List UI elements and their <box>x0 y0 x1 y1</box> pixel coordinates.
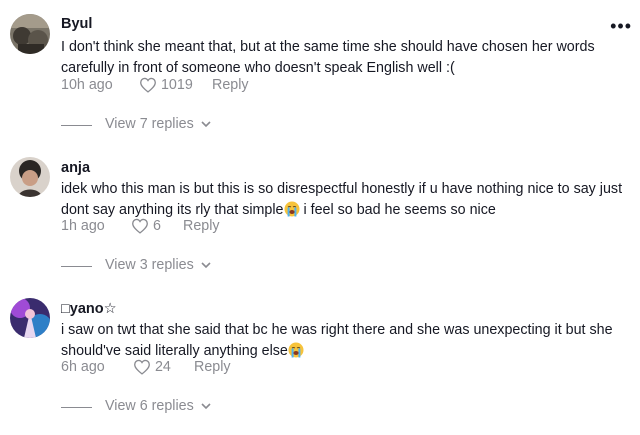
chevron-down-icon <box>201 262 211 269</box>
avatar[interactable] <box>10 157 50 197</box>
reply-button[interactable]: Reply <box>212 77 249 93</box>
comment-time: 6h ago <box>61 359 105 375</box>
comment-username[interactable]: anja <box>61 160 90 176</box>
comment-text: I don't think she meant that, but at the… <box>61 39 595 76</box>
like-count: 6 <box>152 218 161 234</box>
heart-icon <box>134 360 150 375</box>
reply-button[interactable]: Reply <box>183 218 220 234</box>
view-replies-button[interactable]: View 6 replies <box>61 398 261 418</box>
avatar-image <box>10 14 50 54</box>
chevron-down-icon <box>201 403 211 410</box>
divider-line <box>61 125 92 126</box>
comment-time: 1h ago <box>61 218 105 234</box>
avatar[interactable] <box>10 14 50 54</box>
like-count: 24 <box>154 359 171 375</box>
view-replies-button[interactable]: View 3 replies <box>61 257 261 277</box>
heart-icon <box>140 78 156 93</box>
comment-time: 10h ago <box>61 77 113 93</box>
comment-text: i saw on twt that she said that bc he wa… <box>61 322 613 359</box>
like-button[interactable]: 1019 <box>139 77 193 93</box>
view-replies-label: View 6 replies <box>105 398 212 414</box>
avatar[interactable] <box>10 298 50 338</box>
avatar-image <box>10 157 50 197</box>
comment-text: idek who this man is but this is so disr… <box>61 181 623 218</box>
like-count: 1019 <box>160 77 193 93</box>
more-options-icon[interactable]: ••• <box>610 16 632 37</box>
avatar-image <box>10 298 50 338</box>
like-button[interactable]: 24 <box>133 359 171 375</box>
divider-line <box>61 407 92 408</box>
view-replies-label: View 3 replies <box>105 257 212 273</box>
view-replies-label: View 7 replies <box>105 116 212 132</box>
reply-button[interactable]: Reply <box>194 359 231 375</box>
comment-username[interactable]: □yano☆ <box>61 301 117 317</box>
loudly-crying-face-icon <box>288 342 304 357</box>
like-button[interactable]: 6 <box>131 218 161 234</box>
heart-icon <box>132 219 148 234</box>
chevron-down-icon <box>201 121 211 128</box>
loudly-crying-face-icon <box>284 201 300 216</box>
divider-line <box>61 266 92 267</box>
comment-username[interactable]: Byul <box>61 16 92 32</box>
view-replies-button[interactable]: View 7 replies <box>61 116 261 136</box>
